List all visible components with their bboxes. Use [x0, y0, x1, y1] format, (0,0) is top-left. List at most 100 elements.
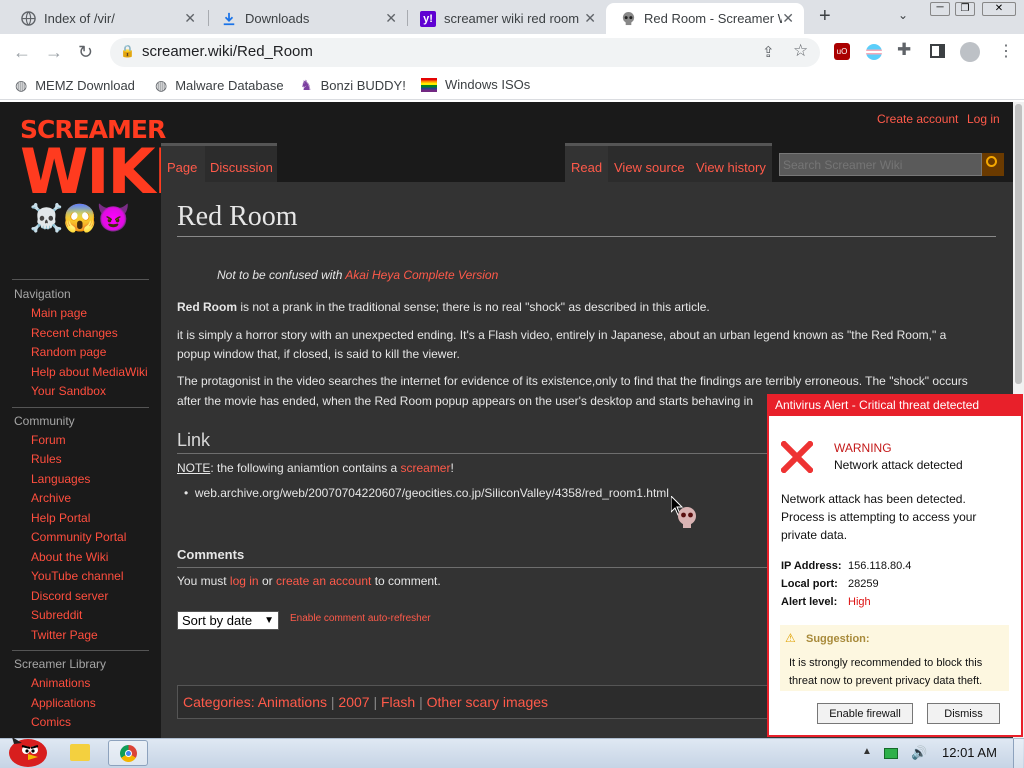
sidebar-item-twitter[interactable]: Twitter Page	[31, 628, 98, 642]
sidebar-item-help-mediawiki[interactable]: Help about MediaWiki	[31, 365, 148, 379]
sidebar-item-subreddit[interactable]: Subreddit	[31, 608, 82, 622]
error-x-icon	[779, 439, 815, 478]
close-tab-icon[interactable]: ✕	[385, 10, 397, 27]
taskbar-clock[interactable]: 12:01 AM	[942, 745, 997, 760]
comment-login-link[interactable]: log in	[230, 574, 259, 588]
archive-url[interactable]: web.archive.org/web/20070704220607/geoci…	[195, 486, 669, 500]
warning-triangle-icon: ⚠	[785, 631, 796, 645]
kebab-menu-icon[interactable]: ⋮	[998, 41, 1014, 61]
hatnote: Not to be confused with Akai Heya Comple…	[217, 268, 499, 282]
bookmark-windows-isos[interactable]: Windows ISOs	[421, 77, 530, 92]
category-link[interactable]: Animations	[258, 694, 327, 710]
chrome-icon-center	[125, 750, 132, 757]
sort-select[interactable]: Sort by date ▼	[177, 611, 279, 630]
wiki-search-input[interactable]	[779, 153, 982, 176]
create-account-link[interactable]: Create account	[877, 112, 958, 126]
tab-view-history[interactable]: View history	[696, 160, 766, 175]
section-rule	[177, 453, 777, 454]
sidebar-item-archive[interactable]: Archive	[31, 491, 71, 505]
scrollbar-thumb[interactable]	[1015, 104, 1022, 384]
bookmark-label: Bonzi BUDDY!	[320, 78, 406, 93]
sidebar-item-comics[interactable]: Comics	[31, 715, 71, 729]
sidebar-item-random-page[interactable]: Random page	[31, 345, 106, 359]
screamer-link[interactable]: screamer	[400, 461, 450, 475]
bookmark-bonzi[interactable]: ♞ Bonzi BUDDY!	[300, 77, 406, 94]
sidebar-item-forum[interactable]: Forum	[31, 433, 66, 447]
sidebar-heading-library: Screamer Library	[14, 657, 107, 671]
close-tab-icon[interactable]: ✕	[782, 10, 794, 27]
search-button[interactable]	[982, 153, 1004, 176]
category-link[interactable]: 2007	[338, 694, 369, 710]
category-link[interactable]: Flash	[381, 694, 415, 710]
section-rule	[177, 567, 767, 568]
tray-expand-icon[interactable]: ▲	[862, 746, 872, 757]
sidebar-item-main-page[interactable]: Main page	[31, 306, 87, 320]
sidebar-item-help-portal[interactable]: Help Portal	[31, 511, 90, 525]
tab-index-vir[interactable]: Index of /vir/ ✕	[6, 3, 206, 34]
dismiss-button[interactable]: Dismiss	[927, 703, 1000, 724]
comment-create-account-link[interactable]: create an account	[276, 574, 371, 588]
sidebar-item-community-portal[interactable]: Community Portal	[31, 530, 126, 544]
globe-icon: ◍	[155, 77, 168, 93]
globe-icon: ◍	[15, 77, 28, 93]
tab-yahoo-search[interactable]: y! screamer wiki red room ✕	[406, 3, 606, 34]
tab-discussion[interactable]: Discussion	[210, 160, 273, 175]
profile-avatar-icon[interactable]	[960, 42, 980, 62]
category-link[interactable]: Other scary images	[427, 694, 548, 710]
bookmark-memz[interactable]: ◍ MEMZ Download	[15, 77, 135, 94]
network-icon[interactable]	[884, 748, 898, 759]
tab-downloads[interactable]: Downloads ✕	[207, 3, 407, 34]
sidebar-heading-navigation: Navigation	[14, 287, 71, 301]
close-tab-icon[interactable]: ✕	[584, 10, 596, 27]
page-title: Red Room	[177, 201, 298, 232]
share-icon[interactable]: ⇪	[762, 43, 775, 61]
extension-icon[interactable]	[866, 44, 882, 60]
sidebar-item-about-wiki[interactable]: About the Wiki	[31, 550, 108, 564]
side-panel-icon[interactable]	[930, 44, 945, 58]
forward-arrow-icon[interactable]: →	[45, 42, 63, 63]
back-arrow-icon[interactable]: ←	[13, 42, 31, 63]
sidebar-item-animations[interactable]: Animations	[31, 676, 90, 690]
field-label: IP Address:	[781, 560, 842, 572]
categories-label[interactable]: Categories:	[183, 694, 255, 710]
show-desktop-button[interactable]	[1013, 739, 1023, 768]
skull-cursor-icon	[670, 494, 701, 537]
wiki-logo[interactable]: SCREAMER WIKI ☠️😱😈	[20, 117, 177, 235]
sidebar-item-applications[interactable]: Applications	[31, 696, 96, 710]
file-explorer-icon[interactable]	[70, 744, 90, 761]
sidebar-item-rules[interactable]: Rules	[31, 452, 62, 466]
close-tab-icon[interactable]: ✕	[184, 10, 196, 27]
tab-red-room[interactable]: Red Room - Screamer W ✕	[606, 3, 804, 34]
tab-view-source[interactable]: View source	[614, 160, 685, 175]
akai-heya-link[interactable]: Akai Heya Complete Version	[345, 268, 498, 282]
bookmark-star-icon[interactable]: ☆	[793, 41, 808, 61]
reload-icon[interactable]: ↻	[78, 42, 93, 63]
auto-refresh-link[interactable]: Enable comment auto-refresher	[290, 613, 431, 624]
new-tab-icon[interactable]: +	[819, 5, 831, 28]
yahoo-icon: y!	[420, 10, 436, 27]
url-text[interactable]: screamer.wiki/Red_Room	[142, 43, 313, 60]
sidebar-item-discord[interactable]: Discord server	[31, 589, 108, 603]
log-in-link[interactable]: Log in	[967, 112, 1000, 126]
alert-body: Network attack has been detected. Proces…	[781, 492, 977, 542]
chrome-taskbar-button[interactable]	[108, 740, 148, 766]
tab-page[interactable]: Page	[167, 160, 197, 175]
puzzle-icon[interactable]: ✚	[897, 40, 911, 60]
sidebar-divider	[12, 279, 149, 280]
close-window-icon[interactable]: ✕	[982, 2, 1016, 16]
bonzi-icon: ♞	[300, 77, 313, 93]
sidebar-item-recent-changes[interactable]: Recent changes	[31, 326, 118, 340]
tab-search-chevron-icon[interactable]: ⌄	[898, 8, 908, 22]
enable-firewall-button[interactable]: Enable firewall	[817, 703, 913, 724]
bookmark-malware-db[interactable]: ◍ Malware Database	[155, 77, 284, 94]
sidebar-item-languages[interactable]: Languages	[31, 472, 90, 486]
angry-bird-start-icon[interactable]	[4, 733, 50, 768]
sidebar-item-sandbox[interactable]: Your Sandbox	[31, 384, 106, 398]
sidebar-item-youtube[interactable]: YouTube channel	[31, 569, 124, 583]
ublock-icon[interactable]: uO	[834, 43, 850, 60]
minimize-icon[interactable]: ─	[930, 2, 950, 16]
lock-icon[interactable]: 🔒	[120, 44, 135, 58]
tab-read[interactable]: Read	[571, 160, 602, 175]
volume-icon[interactable]: 🔊	[911, 745, 927, 761]
restore-icon[interactable]: ❐	[955, 2, 975, 16]
